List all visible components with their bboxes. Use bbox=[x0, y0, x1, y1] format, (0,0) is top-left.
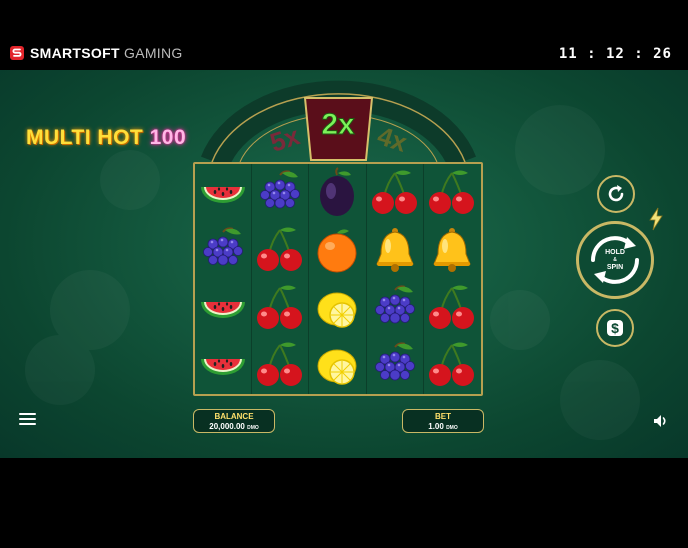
grapes-icon bbox=[374, 285, 415, 324]
smartsoft-logo: SMARTSOFT GAMING bbox=[9, 45, 183, 61]
bell-icon bbox=[433, 228, 472, 273]
reel-cell-3-1 bbox=[252, 336, 310, 394]
balance-label: BALANCE bbox=[214, 412, 254, 421]
lemon-icon bbox=[317, 292, 357, 328]
cherry-icon bbox=[257, 227, 303, 272]
plum-icon bbox=[320, 166, 355, 216]
bet-display[interactable]: BET 1.00 DMO bbox=[402, 409, 484, 433]
reel-cell-3-3 bbox=[367, 336, 424, 394]
dollar-icon: $ bbox=[607, 320, 623, 336]
balance-value: 20,000.00 DMO bbox=[209, 422, 259, 431]
bottom-bar bbox=[0, 458, 688, 548]
reel-cell-2-4 bbox=[424, 279, 481, 337]
svg-text:$: $ bbox=[611, 320, 619, 336]
reel-cell-2-1 bbox=[252, 279, 310, 337]
cherry-icon bbox=[429, 285, 475, 329]
clock: 11 : 12 : 26 bbox=[558, 46, 672, 62]
reel-cell-0-0 bbox=[195, 164, 253, 222]
game-stage: MULTI HOT 100 2x 5x 4x BALANCE 20,000.00… bbox=[0, 70, 688, 458]
grapes-icon bbox=[203, 227, 243, 266]
reel-cell-3-0 bbox=[195, 336, 253, 394]
smartsoft-s-icon bbox=[10, 46, 24, 60]
reel-cell-0-2 bbox=[309, 164, 367, 222]
bet-value: 1.00 DMO bbox=[428, 422, 458, 431]
reel-cell-0-1 bbox=[252, 164, 310, 222]
grapes-icon bbox=[374, 342, 415, 381]
cherry-icon bbox=[371, 170, 417, 214]
refresh-icon bbox=[608, 185, 624, 202]
reel-cell-1-1 bbox=[252, 221, 310, 279]
cherry-icon bbox=[257, 285, 303, 329]
lemon-icon bbox=[317, 349, 357, 385]
grapes-icon bbox=[260, 170, 301, 209]
reel-cell-0-3 bbox=[367, 164, 424, 222]
reel-cell-1-3 bbox=[367, 221, 424, 279]
reel-cell-3-2 bbox=[309, 336, 367, 394]
reel-cell-3-4 bbox=[424, 337, 481, 395]
cherry-icon bbox=[429, 170, 475, 214]
top-bar: SMARTSOFT GAMING 11 : 12 : 26 bbox=[0, 0, 688, 70]
spin-label: HOLD & SPIN bbox=[605, 249, 625, 271]
reel-cell-1-2 bbox=[309, 221, 367, 279]
watermelon-icon bbox=[201, 301, 246, 318]
balance-display: BALANCE 20,000.00 DMO bbox=[193, 409, 275, 433]
hold-and-spin-button[interactable]: HOLD & SPIN bbox=[576, 221, 654, 299]
hamburger-icon[interactable] bbox=[19, 413, 36, 425]
bet-settings-button[interactable]: $ bbox=[596, 309, 634, 347]
multiplier-right: 4x bbox=[374, 120, 411, 158]
brand-name: SMARTSOFT GAMING bbox=[30, 45, 183, 61]
reel-grid[interactable] bbox=[193, 162, 483, 396]
watermelon-icon bbox=[201, 359, 246, 376]
orange-icon bbox=[317, 229, 357, 273]
bet-label: BET bbox=[435, 412, 451, 421]
reel-cell-2-2 bbox=[309, 279, 367, 337]
reel-cell-2-0 bbox=[195, 279, 253, 337]
multiplier-center: 2x bbox=[321, 108, 355, 141]
reel-cell-1-0 bbox=[195, 221, 253, 279]
speaker-icon[interactable] bbox=[653, 414, 669, 428]
cherry-icon bbox=[257, 342, 303, 387]
bell-icon bbox=[375, 228, 414, 273]
reel-cell-0-4 bbox=[424, 164, 481, 222]
reel-cell-1-4 bbox=[424, 222, 481, 280]
multiplier-left: 5x bbox=[266, 120, 303, 158]
watermelon-icon bbox=[201, 186, 246, 203]
reel-cell-2-3 bbox=[367, 279, 424, 337]
autoplay-button[interactable] bbox=[597, 175, 635, 213]
cherry-icon bbox=[429, 342, 475, 387]
